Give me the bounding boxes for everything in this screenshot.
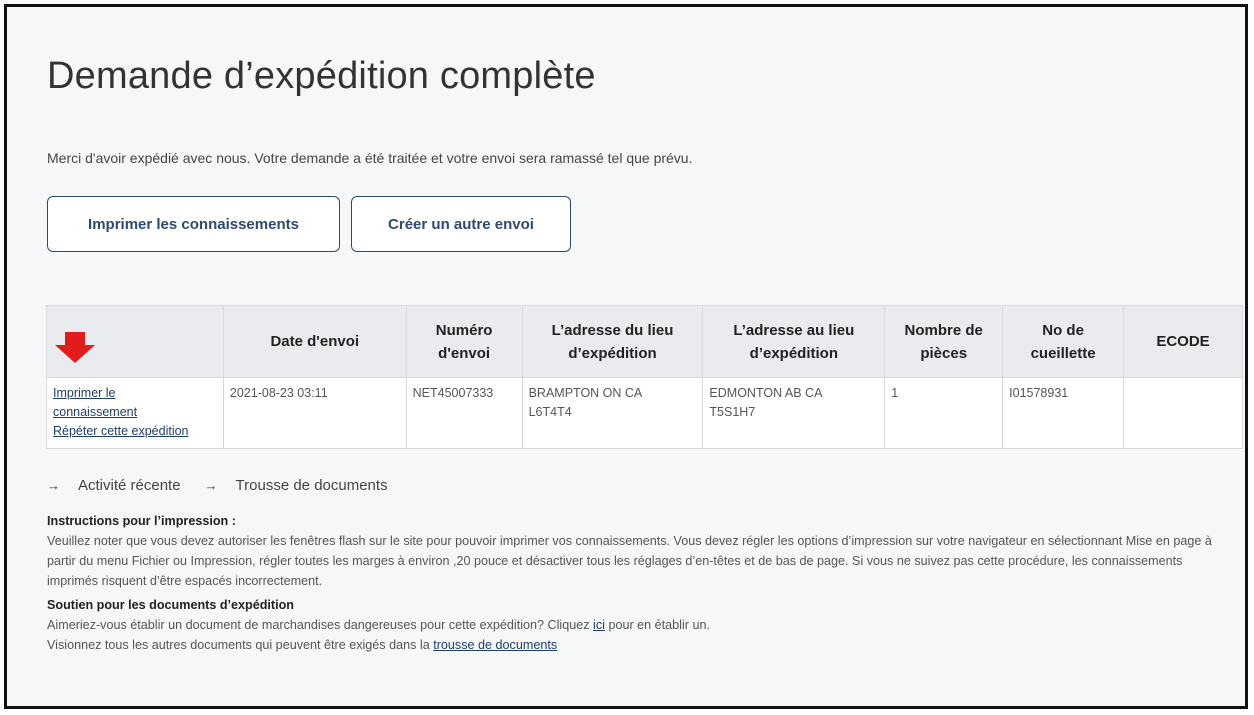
- dangerous-goods-link[interactable]: ici: [593, 618, 605, 632]
- table-row: Imprimer le connaissement Répéter cette …: [46, 377, 1243, 449]
- row-actions: Imprimer le connaissement Répéter cette …: [46, 377, 224, 449]
- destination-line1: EDMONTON AB CA: [709, 386, 823, 400]
- header-ecode: ECODE: [1123, 305, 1243, 378]
- create-another-shipment-button[interactable]: Créer un autre envoi: [351, 196, 571, 252]
- header-shipment-number: Numéro d'envoi: [405, 305, 523, 378]
- shipment-table: Date d'envoi Numéro d'envoi L’adresse du…: [46, 305, 1243, 449]
- print-instructions-heading: Instructions pour l’impression :: [47, 514, 236, 528]
- document-kit-inline-link[interactable]: trousse de documents: [433, 638, 557, 652]
- recent-activity-label: Activité récente: [78, 477, 181, 494]
- document-kit-link[interactable]: → Trousse de documents: [205, 477, 388, 494]
- confirmation-message: Merci d'avoir expédié avec nous. Votre d…: [47, 150, 693, 166]
- header-pickup-number: No de cueillette: [1002, 305, 1125, 378]
- cell-origin-address: BRAMPTON ON CA L6T4T4: [521, 377, 704, 449]
- secondary-links: → Activité récente → Trousse de document…: [47, 477, 412, 494]
- cell-pickup-number: I01578931: [1002, 377, 1125, 449]
- support-line2: Visionnez tous les autres documents qui …: [47, 638, 558, 652]
- print-instructions-body: Veuillez noter que vous devez autoriser …: [47, 534, 1212, 588]
- instructions-section: Instructions pour l’impression : Veuille…: [47, 511, 1237, 655]
- document-kit-label: Trousse de documents: [235, 477, 388, 494]
- repeat-shipment-link[interactable]: Répéter cette expédition: [53, 422, 217, 441]
- page-frame: Demande d’expédition complète Merci d'av…: [4, 4, 1248, 709]
- support-line1: Aimeriez-vous établir un document de mar…: [47, 618, 710, 632]
- print-bill-link[interactable]: Imprimer le connaissement: [53, 384, 163, 422]
- print-bills-button[interactable]: Imprimer les connaissements: [47, 196, 340, 252]
- origin-line2: L6T4T4: [528, 405, 572, 419]
- arrow-right-icon: →: [47, 478, 60, 493]
- arrow-right-icon: →: [204, 478, 218, 493]
- header-actions: [46, 305, 224, 378]
- cell-date: 2021-08-23 03:11: [222, 377, 407, 449]
- cell-pieces: 1: [884, 377, 1004, 449]
- recent-activity-link[interactable]: → Activité récente: [47, 477, 181, 494]
- header-date: Date d'envoi: [222, 305, 407, 378]
- destination-line2: T5S1H7: [709, 405, 756, 419]
- support-heading: Soutien pour les documents d’expédition: [47, 598, 294, 612]
- cell-destination-address: EDMONTON AB CA T5S1H7: [702, 377, 886, 449]
- table-header-row: Date d'envoi Numéro d'envoi L’adresse du…: [46, 305, 1243, 378]
- cell-shipment-number: NET45007333: [405, 377, 523, 449]
- cell-ecode: [1123, 377, 1243, 449]
- down-arrow-icon: [55, 332, 95, 363]
- header-destination-address: L’adresse au lieu d’expédition: [702, 305, 886, 378]
- header-pieces: Nombre de pièces: [884, 305, 1004, 378]
- header-origin-address: L’adresse du lieu d’expédition: [521, 305, 704, 378]
- origin-line1: BRAMPTON ON CA: [528, 386, 643, 400]
- page-title: Demande d’expédition complète: [47, 55, 596, 97]
